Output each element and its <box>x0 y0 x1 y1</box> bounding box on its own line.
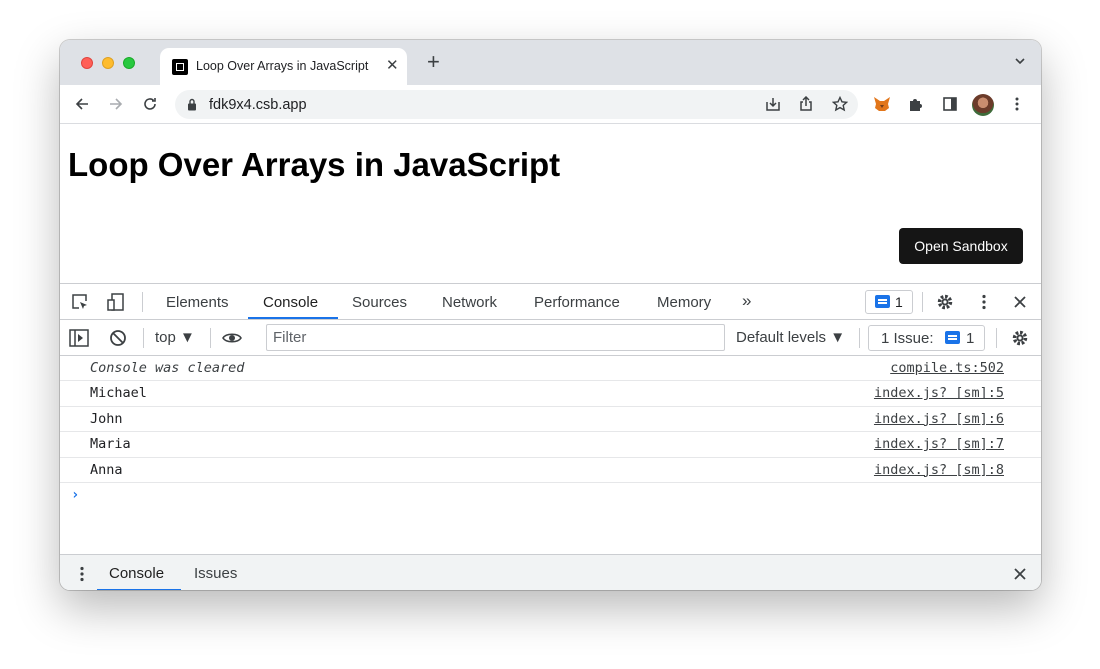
device-toolbar-icon[interactable] <box>106 292 126 312</box>
browser-menu-icon[interactable] <box>1007 94 1027 114</box>
toolbar-divider <box>142 292 143 312</box>
address-bar[interactable]: fdk9x4.csb.app <box>175 90 858 119</box>
bookmark-star-icon[interactable] <box>830 94 850 114</box>
drawer-menu-icon[interactable] <box>72 564 92 584</box>
settings-gear-icon[interactable] <box>935 292 955 312</box>
console-prompt[interactable]: › <box>71 487 79 503</box>
log-source-link[interactable]: index.js? [sm]:8 <box>874 462 1004 478</box>
lock-icon <box>188 98 196 111</box>
toolbar-divider <box>210 328 211 348</box>
browser-tab[interactable]: Loop Over Arrays in JavaScript ✕ <box>160 48 407 85</box>
forward-arrow-icon[interactable] <box>106 94 126 114</box>
console-settings-gear-icon[interactable] <box>1010 328 1030 348</box>
minimize-window-button[interactable] <box>102 57 114 69</box>
toolbar-divider <box>996 328 997 348</box>
drawer-tab-issues[interactable]: Issues <box>194 565 237 582</box>
open-sandbox-button[interactable]: Open Sandbox <box>899 228 1023 264</box>
metamask-fox-icon[interactable] <box>872 94 892 114</box>
tab-search-chevron-icon[interactable] <box>1015 56 1025 66</box>
issue-bubble-icon <box>945 331 960 344</box>
page-heading: Loop Over Arrays in JavaScript <box>68 146 561 183</box>
drawer-active-indicator <box>97 589 181 590</box>
log-row: Anna index.js? [sm]:8 <box>60 458 1041 483</box>
tab-sources[interactable]: Sources <box>352 294 407 311</box>
log-message: John <box>90 410 123 427</box>
messages-badge[interactable]: 1 <box>865 290 913 314</box>
close-drawer-icon[interactable] <box>1010 564 1030 584</box>
tab-performance[interactable]: Performance <box>534 294 620 311</box>
log-row: John index.js? [sm]:6 <box>60 407 1041 433</box>
filter-input-box[interactable] <box>266 324 725 351</box>
message-bubble-icon <box>875 295 890 308</box>
close-window-button[interactable] <box>81 57 93 69</box>
live-expression-eye-icon[interactable] <box>222 328 242 348</box>
close-tab-icon[interactable]: ✕ <box>386 57 399 75</box>
more-tabs-button[interactable]: » <box>742 291 751 311</box>
messages-count: 1 <box>895 294 903 310</box>
log-source-link[interactable]: index.js? [sm]:6 <box>874 411 1004 427</box>
filter-input[interactable] <box>267 325 724 350</box>
log-row: Console was cleared compile.ts:502 <box>60 356 1041 382</box>
extensions-puzzle-icon[interactable] <box>906 94 926 114</box>
side-panel-icon[interactable] <box>940 94 960 114</box>
tab-strip: Loop Over Arrays in JavaScript ✕ + <box>60 40 1041 85</box>
log-message: Console was cleared <box>90 360 245 376</box>
log-source-link[interactable]: index.js? [sm]:5 <box>874 385 1004 401</box>
log-levels-dropdown[interactable]: Default levels ▼ <box>736 329 845 346</box>
log-row: Michael index.js? [sm]:5 <box>60 381 1041 407</box>
devtools-drawer: Console Issues <box>60 554 1041 590</box>
log-source-link[interactable]: compile.ts:502 <box>890 360 1004 376</box>
url-text: fdk9x4.csb.app <box>209 97 307 113</box>
tab-memory[interactable]: Memory <box>657 294 711 311</box>
tab-console[interactable]: Console <box>263 294 318 311</box>
page-content: Loop Over Arrays in JavaScript Open Sand… <box>60 124 1041 283</box>
log-source-link[interactable]: index.js? [sm]:7 <box>874 436 1004 452</box>
tab-network[interactable]: Network <box>442 294 497 311</box>
console-log: Console was cleared compile.ts:502 Micha… <box>60 356 1041 483</box>
devtools-panel: Elements Console Sources Network Perform… <box>60 283 1041 590</box>
inspect-element-icon[interactable] <box>70 292 90 312</box>
share-icon[interactable] <box>796 94 816 114</box>
issues-button[interactable]: 1 Issue: 1 <box>868 325 985 351</box>
issues-label: 1 Issue: <box>881 330 934 347</box>
issues-count: 1 <box>966 330 975 347</box>
clear-console-icon[interactable] <box>108 328 128 348</box>
log-message: Anna <box>90 461 123 478</box>
devtools-tab-bar: Elements Console Sources Network Perform… <box>60 284 1041 320</box>
show-sidebar-icon[interactable] <box>69 328 89 348</box>
context-selector[interactable]: top ▼ <box>155 329 195 346</box>
codesandbox-favicon-icon <box>172 59 188 75</box>
tab-elements[interactable]: Elements <box>166 294 229 311</box>
tab-title: Loop Over Arrays in JavaScript <box>196 59 369 73</box>
toolbar-divider <box>922 292 923 312</box>
reload-icon[interactable] <box>140 94 160 114</box>
toolbar-divider <box>859 328 860 348</box>
back-arrow-icon[interactable] <box>72 94 92 114</box>
log-message: Michael <box>90 385 147 402</box>
profile-avatar[interactable] <box>972 94 994 116</box>
browser-window: Loop Over Arrays in JavaScript ✕ + fdk9x… <box>60 40 1041 590</box>
log-row: Maria index.js? [sm]:7 <box>60 432 1041 458</box>
drawer-tab-console[interactable]: Console <box>109 565 164 582</box>
devtools-menu-icon[interactable] <box>974 292 994 312</box>
zoom-window-button[interactable] <box>123 57 135 69</box>
active-tab-indicator <box>248 317 338 319</box>
log-message: Maria <box>90 436 131 453</box>
browser-toolbar: fdk9x4.csb.app <box>60 85 1041 124</box>
close-devtools-icon[interactable] <box>1010 292 1030 312</box>
install-app-icon[interactable] <box>763 94 783 114</box>
toolbar-divider <box>143 328 144 348</box>
console-toolbar: top ▼ Default levels ▼ 1 Issue: 1 <box>60 320 1041 356</box>
new-tab-button[interactable]: + <box>427 50 440 74</box>
